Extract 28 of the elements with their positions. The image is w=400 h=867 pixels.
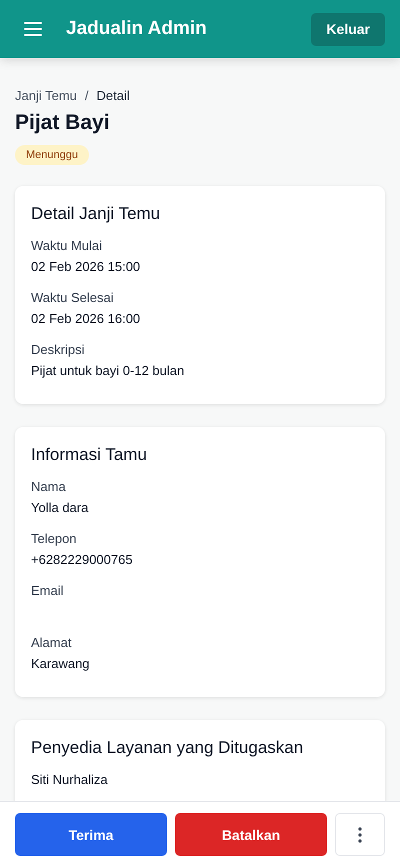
- field-label: Email: [31, 583, 65, 598]
- field-value: Siti Nurhaliza: [31, 772, 109, 787]
- field-value: 02 Feb 2026 15:00: [31, 259, 142, 274]
- field-value: Yolla dara: [31, 500, 90, 515]
- more-icon: [358, 826, 362, 842]
- cancel-button[interactable]: Batalkan: [175, 813, 327, 856]
- app-title: Jadualin Admin: [66, 18, 208, 40]
- breadcrumb-item[interactable]: Janji Temu: [15, 88, 77, 103]
- menu-icon[interactable]: [24, 22, 42, 36]
- logout-button[interactable]: Keluar: [311, 12, 385, 46]
- field-label: Telepon: [31, 531, 78, 546]
- page-title: Pijat Bayi: [15, 111, 111, 135]
- field-label: Deskripsi: [31, 342, 86, 357]
- breadcrumb-separator: /: [84, 88, 89, 103]
- card-title: Informasi Tamu: [31, 445, 148, 465]
- card-title: Detail Janji Temu: [31, 204, 162, 224]
- field-value: Karawang: [31, 656, 91, 671]
- accept-button[interactable]: Terima: [15, 813, 167, 856]
- field-value: Pijat untuk bayi 0-12 bulan: [31, 363, 186, 378]
- field-label: Alamat: [31, 635, 72, 650]
- field-label: Nama: [31, 479, 67, 494]
- card-title: Penyedia Layanan yang Ditugaskan: [31, 738, 304, 758]
- field-label: Waktu Selesai: [31, 290, 115, 305]
- breadcrumb-item: Detail: [96, 88, 130, 103]
- field-label: Waktu Mulai: [31, 238, 104, 253]
- status-badge: Menunggu: [15, 145, 89, 165]
- field-value: 02 Feb 2026 16:00: [31, 311, 142, 326]
- field-value: +6282229000765: [31, 552, 134, 567]
